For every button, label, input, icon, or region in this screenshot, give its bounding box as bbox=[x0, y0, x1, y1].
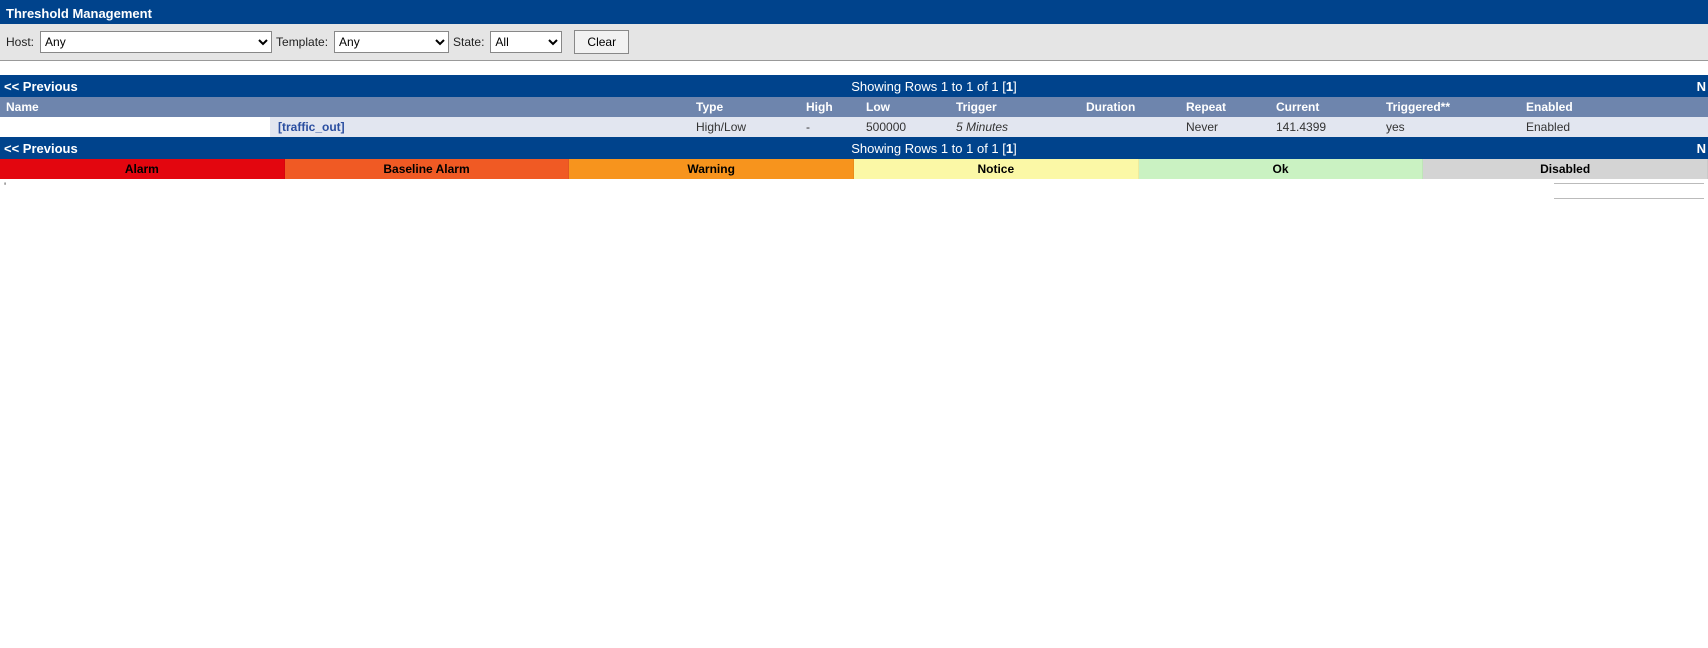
pager-next-top[interactable]: N bbox=[1668, 79, 1708, 94]
col-current[interactable]: Current bbox=[1270, 97, 1380, 117]
legend-disabled: Disabled bbox=[1423, 159, 1708, 179]
legend-alarm: Alarm bbox=[0, 159, 285, 179]
page-title-bar: Threshold Management bbox=[0, 3, 1708, 24]
pager-prev-bottom[interactable]: << Previous bbox=[0, 141, 200, 156]
template-select[interactable]: Any bbox=[334, 31, 449, 53]
table-header-row: Name Type High Low Trigger Duration Repe… bbox=[0, 97, 1708, 117]
pager-next-bottom[interactable]: N bbox=[1668, 141, 1708, 156]
host-select[interactable]: Any bbox=[40, 31, 272, 53]
table-row[interactable]: [traffic_out] High/Low - 500000 5 Minute… bbox=[0, 117, 1708, 137]
col-enabled[interactable]: Enabled bbox=[1520, 97, 1708, 117]
cell-name[interactable]: [traffic_out] bbox=[0, 117, 690, 137]
threshold-link[interactable]: [traffic_out] bbox=[278, 120, 345, 134]
pager-top: << Previous Showing Rows 1 to 1 of 1 [1]… bbox=[0, 75, 1708, 97]
pager-info-bottom: Showing Rows 1 to 1 of 1 [1] bbox=[200, 141, 1668, 156]
redacted-area bbox=[0, 117, 270, 137]
cell-low: 500000 bbox=[860, 117, 950, 137]
legend-row: Alarm Baseline Alarm Warning Notice Ok D… bbox=[0, 159, 1708, 179]
cell-trigger: 5 Minutes bbox=[950, 117, 1080, 137]
cell-current: 141.4399 bbox=[1270, 117, 1380, 137]
bottom-input[interactable] bbox=[1554, 183, 1704, 199]
cell-high: - bbox=[800, 117, 860, 137]
cell-duration bbox=[1080, 117, 1180, 137]
legend-warning: Warning bbox=[569, 159, 854, 179]
col-low[interactable]: Low bbox=[860, 97, 950, 117]
stray-mark: ' bbox=[0, 179, 10, 195]
clear-button[interactable]: Clear bbox=[574, 30, 629, 54]
page-title: Threshold Management bbox=[6, 6, 152, 21]
cell-triggered: yes bbox=[1380, 117, 1520, 137]
col-repeat[interactable]: Repeat bbox=[1180, 97, 1270, 117]
cell-enabled: Enabled bbox=[1520, 117, 1708, 137]
cell-repeat: Never bbox=[1180, 117, 1270, 137]
legend-ok: Ok bbox=[1139, 159, 1424, 179]
pager-bottom: << Previous Showing Rows 1 to 1 of 1 [1]… bbox=[0, 137, 1708, 159]
col-duration[interactable]: Duration bbox=[1080, 97, 1180, 117]
col-high[interactable]: High bbox=[800, 97, 860, 117]
col-type[interactable]: Type bbox=[690, 97, 800, 117]
state-label: State: bbox=[453, 35, 484, 49]
state-select[interactable]: All bbox=[490, 31, 562, 53]
legend-baseline: Baseline Alarm bbox=[285, 159, 570, 179]
template-label: Template: bbox=[276, 35, 328, 49]
filter-bar: Host: Any Template: Any State: All Clear bbox=[0, 24, 1708, 61]
col-triggered[interactable]: Triggered** bbox=[1380, 97, 1520, 117]
spacer bbox=[0, 61, 1708, 75]
legend-notice: Notice bbox=[854, 159, 1139, 179]
cell-type: High/Low bbox=[690, 117, 800, 137]
threshold-table: Name Type High Low Trigger Duration Repe… bbox=[0, 97, 1708, 137]
host-label: Host: bbox=[6, 35, 34, 49]
col-name[interactable]: Name bbox=[0, 97, 690, 117]
pager-prev-top[interactable]: << Previous bbox=[0, 79, 200, 94]
pager-info-top: Showing Rows 1 to 1 of 1 [1] bbox=[200, 79, 1668, 94]
col-trigger[interactable]: Trigger bbox=[950, 97, 1080, 117]
